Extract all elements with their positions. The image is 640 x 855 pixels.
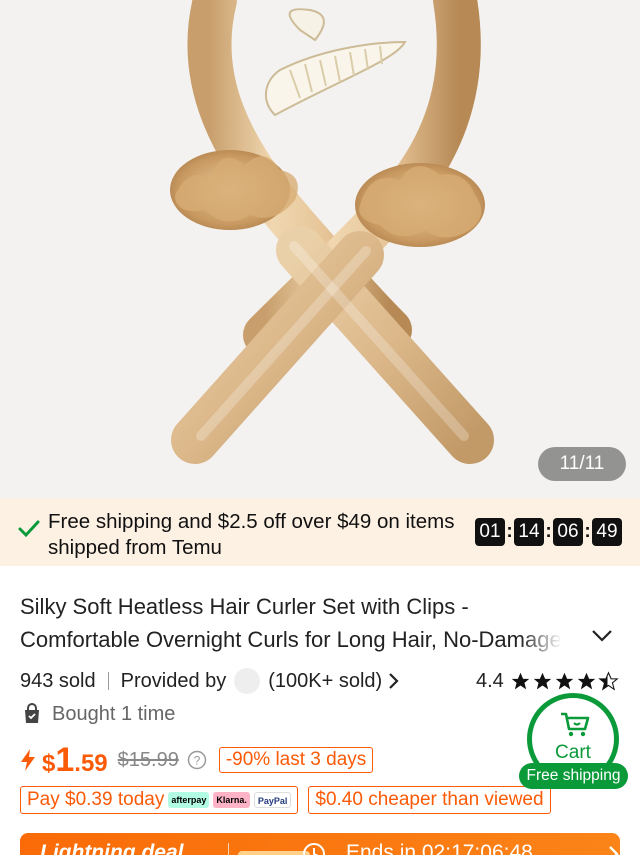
chevron-right-icon[interactable] [388, 672, 400, 690]
chevron-down-icon[interactable] [591, 629, 613, 643]
current-price: $ 1 .59 [42, 740, 108, 779]
klarna-logo: Klarna. [213, 792, 250, 808]
image-counter: 11/11 [538, 447, 626, 481]
clock-icon [303, 843, 325, 855]
cheaper-badge: $0.40 cheaper than viewed [308, 786, 551, 814]
discount-badge: -90% last 3 days [218, 747, 374, 773]
half-star-icon [598, 670, 619, 691]
deal-progress [238, 851, 310, 855]
lightning-icon [21, 749, 35, 771]
chevron-right-icon[interactable] [608, 845, 620, 855]
star-icon [577, 672, 596, 689]
sold-count: 943 sold [20, 669, 96, 692]
shopping-bag-icon [25, 703, 39, 723]
deal-title: Lightning deal [40, 841, 184, 855]
check-icon [18, 520, 40, 538]
cart-icon [561, 712, 590, 737]
product-title: Silky Soft Heatless Hair Curler Set with… [20, 594, 562, 652]
timer-centiseconds: 49 [592, 518, 622, 546]
timer-minutes: 14 [514, 518, 544, 546]
cart-label: Cart [555, 742, 591, 763]
provided-by-label: Provided by [120, 669, 227, 692]
deal-ends-text: Ends in 02:17:06:48 [346, 841, 533, 855]
pay-today-text: Pay $0.39 today [27, 789, 165, 810]
free-shipping-pill: Free shipping [519, 763, 628, 789]
paypal-logo: PayPal [253, 792, 292, 808]
star-icon [533, 672, 552, 689]
rating-stars [510, 670, 620, 692]
store-sold-count[interactable]: (100K+ sold) [268, 670, 382, 693]
bought-history: Bought 1 time [22, 700, 175, 728]
timer-seconds: 06 [553, 518, 583, 546]
star-icon [555, 672, 574, 689]
product-photo [170, 0, 494, 464]
store-logo[interactable] [234, 668, 261, 694]
rating-value: 4.4 [476, 669, 504, 692]
svg-text:?: ? [193, 754, 200, 768]
help-icon[interactable]: ? [187, 750, 207, 770]
lightning-deal-bar[interactable]: Lightning deal Ends in 02:17:06:48 [20, 833, 620, 855]
afterpay-logo: afterpay [168, 792, 210, 808]
rating[interactable]: 4.4 [476, 667, 620, 695]
original-price: $15.99 [117, 748, 179, 771]
countdown-timer: 01 : 14 : 06 : 49 [475, 518, 622, 546]
product-image-gallery[interactable]: 11/11 [0, 0, 640, 498]
bought-count: Bought 1 time [52, 702, 176, 725]
timer-hours: 01 [475, 518, 505, 546]
pay-later-badge[interactable]: Pay $0.39 today afterpay Klarna. PayPal [20, 786, 299, 814]
shipping-offer-text: Free shipping and $2.5 off over $49 on i… [48, 510, 455, 559]
star-icon [511, 672, 530, 689]
